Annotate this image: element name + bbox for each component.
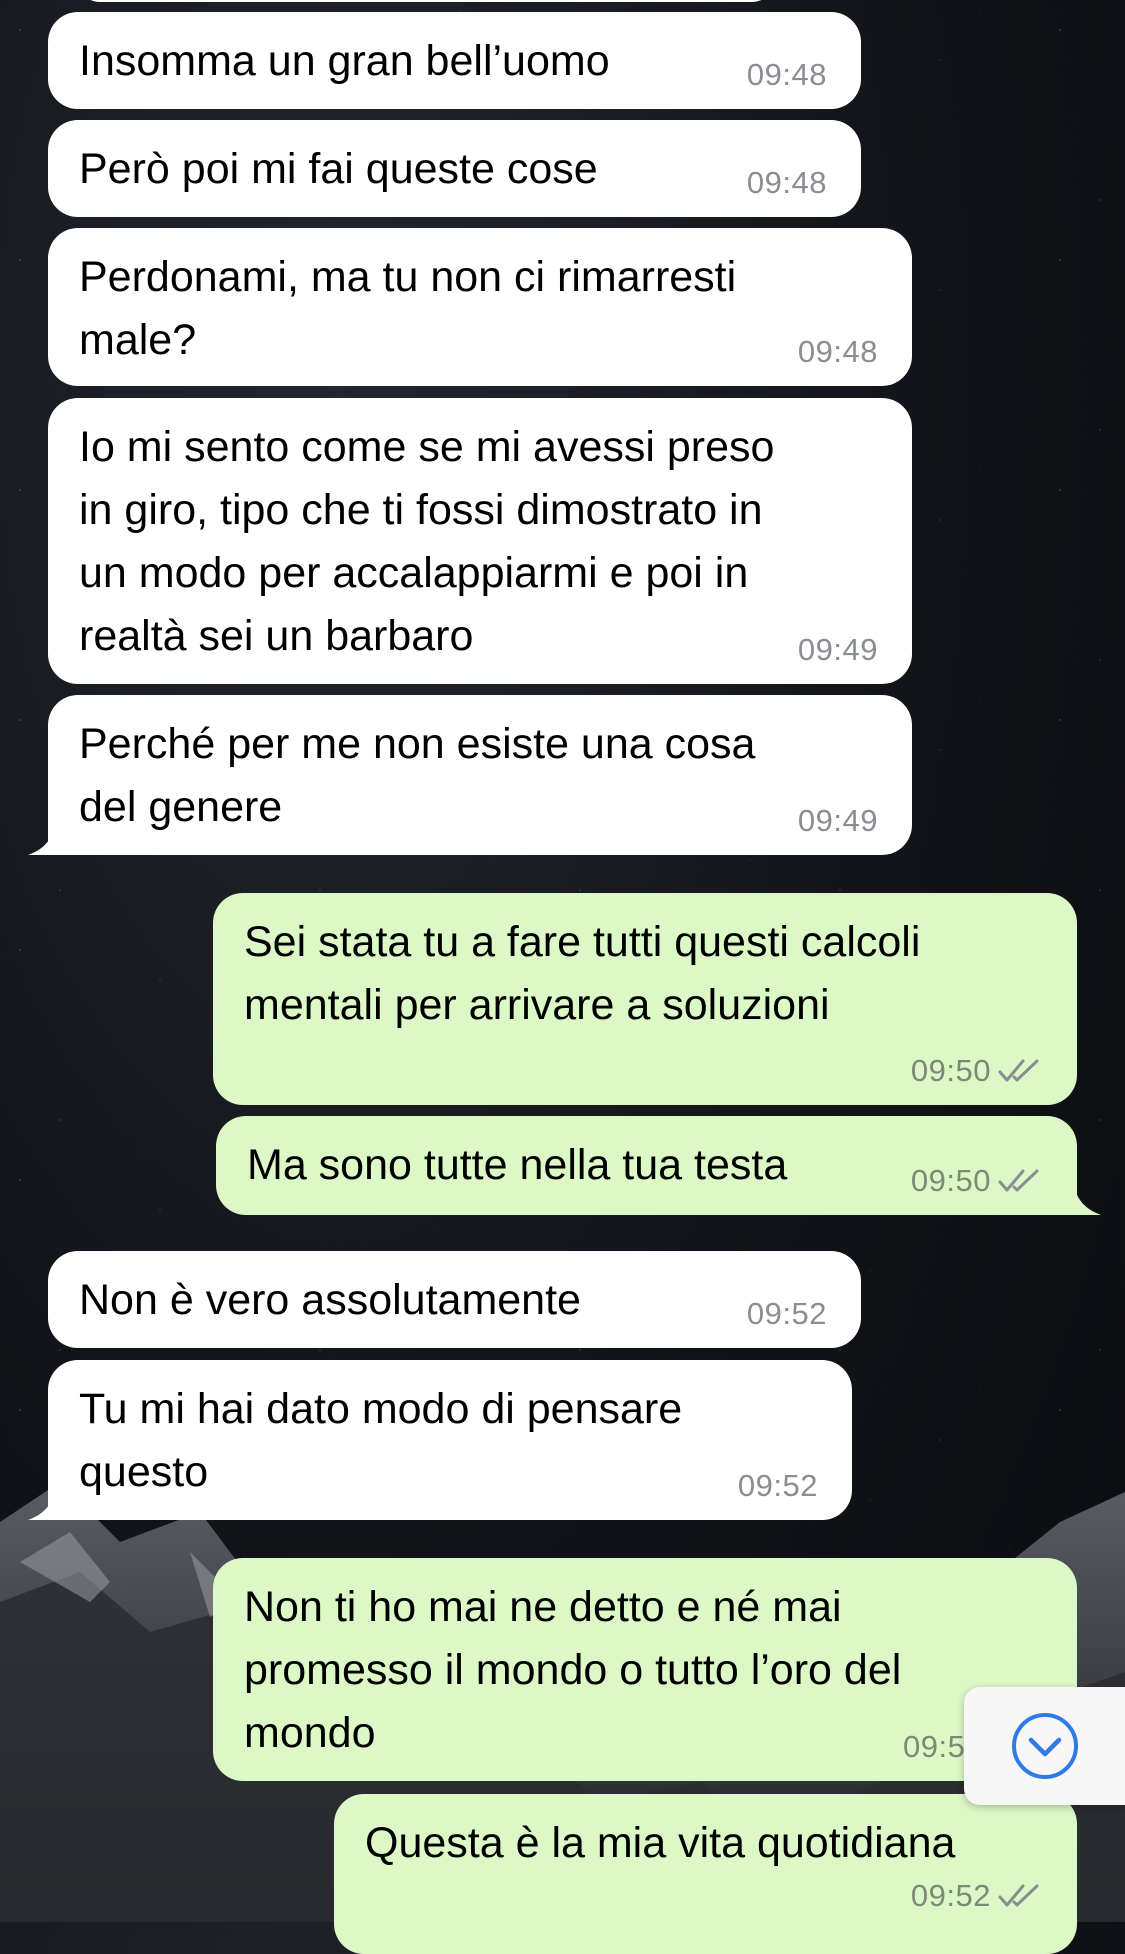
message-meta: 09:52 [738,1468,818,1504]
message-text: Io mi sento come se mi avessi preso in g… [79,423,775,660]
message-time: 09:52 [746,1296,827,1331]
bubble-tail [1061,1175,1101,1215]
message-meta: 09:50 [911,1053,1043,1089]
message-meta: 09:50 [911,1163,1043,1199]
incoming-message[interactable]: Non è vero assolutamente 09:52 [48,1251,861,1348]
message-meta: 09:48 [747,165,827,201]
message-time: 09:50 [910,1163,991,1198]
message-text: Sei stata tu a fare tutti questi calcoli… [244,918,921,1029]
message-time: 09:50 [910,1053,991,1088]
previous-message-bubble [76,0,776,2]
incoming-message[interactable]: Però poi mi fai queste cose 09:48 [48,120,861,217]
message-text: Però poi mi fai queste cose [79,145,598,193]
message-meta: 09:52 [747,1296,827,1332]
message-meta: 09:48 [798,334,878,370]
read-receipt-icon [998,1169,1039,1192]
message-time: 09:49 [797,803,878,838]
chat-thread[interactable]: Insomma un gran bell’uomo 09:48 Però poi… [0,0,1125,1954]
message-meta: 09:52 [911,1878,1043,1914]
message-text: Tu mi hai dato modo di pensare questo [79,1385,683,1496]
read-receipt-icon [998,1884,1039,1907]
message-time: 09:52 [910,1878,991,1913]
message-text: Insomma un gran bell’uomo [79,37,610,85]
message-text: Questa è la mia vita quotidiana [365,1819,956,1867]
bubble-tail [28,1480,68,1520]
incoming-message[interactable]: Perdonami, ma tu non ci rimarresti male?… [48,228,912,386]
message-text: Perché per me non esiste una cosa del ge… [79,720,756,831]
message-time: 09:5 [903,1729,966,1764]
incoming-message[interactable]: Tu mi hai dato modo di pensare questo 09… [28,1360,852,1520]
message-meta: 09:48 [747,57,827,93]
message-time: 09:48 [746,57,827,92]
read-receipt-icon [998,1059,1039,1082]
bubble-tail [28,815,68,855]
message-time: 09:49 [797,632,878,667]
message-time: 09:48 [797,334,878,369]
chevron-down-circle-icon [1011,1713,1078,1779]
incoming-message[interactable]: Perché per me non esiste una cosa del ge… [28,695,912,855]
scroll-to-bottom-button[interactable] [964,1687,1125,1805]
message-text: Perdonami, ma tu non ci rimarresti male? [79,253,737,364]
incoming-message[interactable]: Insomma un gran bell’uomo 09:48 [48,12,861,109]
outgoing-message[interactable]: Ma sono tutte nella tua testa 09:50 [216,1116,1101,1215]
message-meta: 09:49 [798,803,878,839]
message-meta: 09:49 [798,632,878,668]
outgoing-message[interactable]: Questa è la mia vita quotidiana 09:52 [334,1794,1077,1954]
incoming-message[interactable]: Io mi sento come se mi avessi preso in g… [48,398,912,684]
message-meta: 09:5 [903,1729,965,1765]
message-time: 09:52 [737,1468,818,1503]
outgoing-message[interactable]: Non ti ho mai ne detto e né mai promesso… [213,1558,1077,1781]
outgoing-message[interactable]: Sei stata tu a fare tutti questi calcoli… [213,893,1077,1105]
message-text: Non è vero assolutamente [79,1276,581,1324]
message-time: 09:48 [746,165,827,200]
